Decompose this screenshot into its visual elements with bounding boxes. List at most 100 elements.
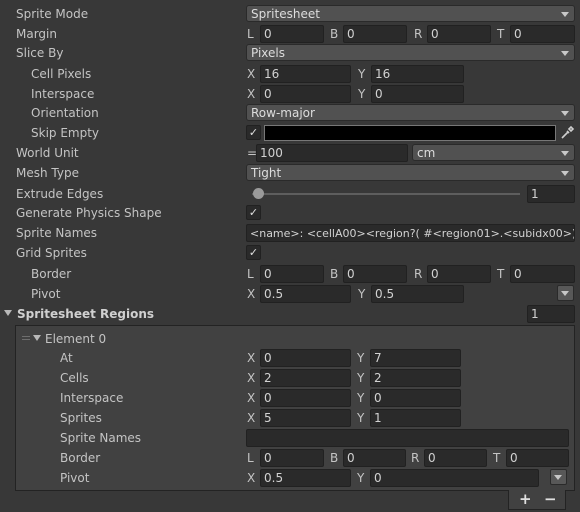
world-unit-unit-dropdown[interactable]: cm (412, 144, 575, 161)
element-border-t-label: T (493, 451, 501, 465)
element-at-label: At (60, 351, 73, 365)
margin-t-field[interactable]: 0 (510, 25, 575, 43)
cell-pixels-x-field[interactable]: 16 (260, 65, 351, 83)
sprite-names-value: <name>: <cellA00><region?( #<region01>.<… (250, 227, 575, 240)
element-border-t-field[interactable]: 0 (506, 449, 569, 467)
mesh-type-value: Tight (251, 166, 282, 180)
element-sprites-y-value: 1 (374, 411, 382, 425)
margin-b-value: 0 (347, 27, 355, 41)
element-sprites-y-field[interactable]: 1 (370, 409, 461, 427)
eyedropper-icon[interactable] (559, 125, 575, 141)
cell-pixels-y-field[interactable]: 16 (371, 65, 464, 83)
interspace-x-value: 0 (264, 87, 272, 101)
sprite-mode-value: Spritesheet (251, 7, 320, 21)
remove-element-button[interactable]: − (544, 490, 557, 508)
margin-b-field[interactable]: 0 (343, 25, 407, 43)
element-pivot-row: Pivot X 0.5 Y 0 (0, 468, 580, 488)
element-at-x-field[interactable]: 0 (260, 349, 351, 367)
margin-l-field[interactable]: 0 (260, 25, 324, 43)
interspace-x-label: X (247, 87, 256, 101)
drag-handle-icon[interactable] (22, 336, 30, 337)
extrude-edges-slider-track[interactable] (252, 193, 520, 195)
element-pivot-x-field[interactable]: 0.5 (260, 469, 351, 487)
border-t-field[interactable]: 0 (510, 265, 575, 283)
sprite-mode-row: Sprite Mode Spritesheet (0, 4, 580, 24)
element-cells-x-value: 2 (264, 371, 272, 385)
element-border-l-field[interactable]: 0 (260, 449, 324, 467)
element-cells-y-field[interactable]: 2 (370, 369, 461, 387)
element-pivot-x-label: X (247, 471, 256, 485)
world-unit-label: World Unit (16, 146, 79, 160)
extrude-edges-row: Extrude Edges 1 (0, 184, 580, 204)
element-at-x-value: 0 (264, 351, 272, 365)
interspace-x-field[interactable]: 0 (260, 85, 351, 103)
pivot-y-field[interactable]: 0.5 (371, 285, 464, 303)
border-t-label: T (497, 267, 505, 281)
regions-count-field[interactable]: 1 (527, 305, 575, 323)
slice-by-row: Slice By Pixels (0, 43, 580, 63)
element-at-y-value: 7 (374, 351, 382, 365)
element-interspace-x-field[interactable]: 0 (260, 389, 351, 407)
skip-empty-row: Skip Empty ✓ (0, 123, 580, 143)
element-label[interactable]: Element 0 (45, 332, 106, 346)
foldout-arrow-icon[interactable] (33, 335, 41, 341)
sprite-names-field[interactable]: <name>: <cellA00><region?( #<region01>.<… (246, 224, 575, 242)
slice-by-dropdown[interactable]: Pixels (246, 44, 575, 61)
element-pivot-label: Pivot (60, 471, 90, 485)
generate-physics-shape-label: Generate Physics Shape (16, 206, 162, 220)
skip-empty-color-swatch[interactable] (264, 125, 556, 141)
element-header-row: Element 0 (0, 329, 580, 349)
margin-l-label: L (247, 27, 254, 41)
extrude-edges-field[interactable]: 1 (527, 185, 575, 203)
element-cells-x-field[interactable]: 2 (260, 369, 351, 387)
element-sprites-x-field[interactable]: 5 (260, 409, 351, 427)
orientation-dropdown[interactable]: Row-major (246, 104, 575, 121)
sprite-mode-dropdown[interactable]: Spritesheet (246, 5, 575, 22)
element-pivot-y-value: 0 (374, 471, 382, 485)
border-b-value: 0 (347, 267, 355, 281)
chevron-down-icon (554, 475, 562, 480)
element-border-b-value: 0 (347, 451, 355, 465)
sprite-names-row: Sprite Names <name>: <cellA00><region?( … (0, 223, 580, 243)
element-cells-row: Cells X 2 Y 2 (0, 368, 580, 388)
element-cells-y-label: Y (357, 371, 365, 385)
pivot-y-label: Y (358, 287, 366, 301)
element-border-b-field[interactable]: 0 (343, 449, 406, 467)
sprite-mode-label: Sprite Mode (16, 7, 89, 21)
mesh-type-dropdown[interactable]: Tight (246, 164, 575, 181)
element-interspace-label: Interspace (60, 391, 124, 405)
element-pivot-preset-dropdown[interactable] (550, 469, 567, 485)
grid-sprites-row: Grid Sprites ✓ (0, 243, 580, 263)
element-at-y-field[interactable]: 7 (370, 349, 461, 367)
pivot-x-field[interactable]: 0.5 (260, 285, 351, 303)
add-element-button[interactable]: + (519, 490, 532, 508)
cell-pixels-y-label: Y (358, 67, 366, 81)
regions-label[interactable]: Spritesheet Regions (17, 307, 154, 321)
border-r-field[interactable]: 0 (427, 265, 491, 283)
element-pivot-y-field[interactable]: 0 (370, 469, 539, 487)
generate-physics-shape-checkbox[interactable]: ✓ (246, 205, 261, 220)
world-unit-field[interactable]: 100 (256, 144, 408, 162)
orientation-row: Orientation Row-major (0, 103, 580, 123)
extrude-edges-slider-thumb[interactable] (253, 188, 264, 199)
foldout-arrow-icon[interactable] (4, 310, 12, 316)
skip-empty-checkbox[interactable]: ✓ (246, 125, 261, 140)
border-b-field[interactable]: 0 (343, 265, 407, 283)
grid-sprites-checkbox[interactable]: ✓ (246, 245, 261, 260)
element-interspace-y-label: Y (357, 391, 365, 405)
element-sprite-names-row: Sprite Names (0, 428, 580, 448)
margin-t-value: 0 (514, 27, 522, 41)
pivot-row: Pivot X 0.5 Y 0.5 (0, 284, 580, 304)
margin-r-field[interactable]: 0 (427, 25, 491, 43)
cell-pixels-x-value: 16 (264, 67, 280, 81)
world-unit-value: 100 (260, 146, 283, 160)
border-l-field[interactable]: 0 (260, 265, 324, 283)
grid-sprites-label: Grid Sprites (16, 246, 87, 260)
interspace-y-field[interactable]: 0 (371, 85, 464, 103)
element-interspace-y-field[interactable]: 0 (370, 389, 461, 407)
element-sprite-names-field[interactable] (246, 429, 569, 447)
pivot-label: Pivot (31, 287, 61, 301)
element-interspace-x-value: 0 (264, 391, 272, 405)
element-border-r-field[interactable]: 0 (424, 449, 487, 467)
pivot-preset-dropdown[interactable] (557, 285, 574, 301)
